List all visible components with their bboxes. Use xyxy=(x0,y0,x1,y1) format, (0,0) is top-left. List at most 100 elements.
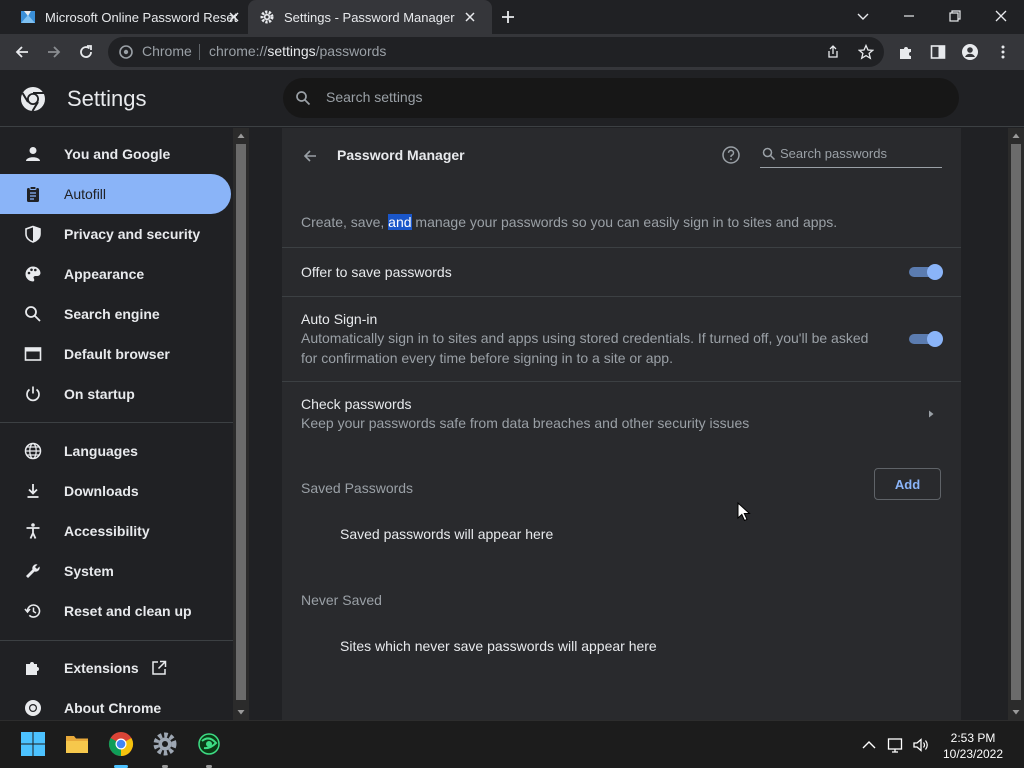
help-icon[interactable] xyxy=(721,145,741,165)
bookmark-star-icon[interactable] xyxy=(858,44,874,60)
chrome-site-icon[interactable] xyxy=(119,45,133,59)
scroll-up-icon[interactable] xyxy=(1012,132,1020,140)
password-manager-card: Password Manager Search passwords Create… xyxy=(282,128,961,720)
saved-passwords-heading: Saved Passwords xyxy=(301,480,414,496)
tab-title: Microsoft Online Password Reset xyxy=(45,9,238,25)
windows-taskbar: 2:53 PM 10/23/2022 xyxy=(0,720,1024,768)
intro-text-before: Create, save, xyxy=(301,214,389,230)
reload-icon[interactable] xyxy=(77,43,95,61)
network-icon[interactable] xyxy=(887,736,905,754)
power-icon xyxy=(26,386,40,402)
scroll-up-icon[interactable] xyxy=(237,132,245,140)
sidebar-item-label: Accessibility xyxy=(64,523,150,539)
search-placeholder: Search settings xyxy=(326,89,423,105)
url-host: settings xyxy=(267,43,316,59)
puzzle-icon xyxy=(26,662,39,675)
chrome-taskbar-icon[interactable] xyxy=(108,731,134,757)
clipboard-icon xyxy=(27,186,39,202)
sidebar-item-system[interactable]: System xyxy=(0,551,231,591)
offer-to-save-toggle[interactable] xyxy=(909,264,943,280)
close-tab-icon[interactable] xyxy=(462,9,478,25)
sidebar-item-label: Search engine xyxy=(64,306,160,322)
settings-search-input[interactable]: Search settings xyxy=(283,78,959,118)
person-icon xyxy=(26,147,40,161)
offer-to-save-label: Offer to save passwords xyxy=(301,264,452,280)
browser-icon xyxy=(24,347,42,361)
sidebar-item-extensions[interactable]: Extensions xyxy=(0,648,231,688)
close-window-icon[interactable] xyxy=(993,8,1009,24)
app-globe-taskbar-icon[interactable] xyxy=(196,731,222,757)
address-bar[interactable]: Chrome chrome://settings/passwords xyxy=(108,37,884,67)
search-icon xyxy=(296,91,311,106)
tab-strip: Microsoft Online Password Reset Settings… xyxy=(0,0,1024,34)
share-icon[interactable] xyxy=(826,45,840,59)
sidebar-item-label: System xyxy=(64,563,114,579)
sidebar-item-languages[interactable]: Languages xyxy=(0,431,231,471)
profile-avatar-icon[interactable] xyxy=(961,43,979,61)
download-icon xyxy=(27,484,39,498)
sidebar-item-label: Autofill xyxy=(64,186,107,202)
volume-icon[interactable] xyxy=(912,736,930,754)
wrench-icon xyxy=(26,564,40,578)
url-path: /passwords xyxy=(315,43,387,59)
sidebar-item-label: Privacy and security xyxy=(64,226,201,242)
scroll-down-icon[interactable] xyxy=(237,708,245,716)
restore-icon[interactable] xyxy=(947,8,963,24)
tab-microsoft-password-reset[interactable]: Microsoft Online Password Reset xyxy=(20,0,248,34)
url-text[interactable]: chrome://settings/passwords xyxy=(209,43,386,59)
search-icon xyxy=(762,147,776,161)
sidebar-item-search-engine[interactable]: Search engine xyxy=(0,294,231,334)
forward-icon[interactable] xyxy=(45,43,63,61)
add-password-button[interactable]: Add xyxy=(874,468,941,500)
new-tab-icon[interactable] xyxy=(500,9,516,25)
page-scroll-thumb[interactable] xyxy=(1011,144,1021,700)
back-icon[interactable] xyxy=(13,43,31,61)
chevron-right-icon[interactable] xyxy=(926,409,936,419)
sidebar-item-label: Languages xyxy=(64,443,138,459)
sidebar-item-accessibility[interactable]: Accessibility xyxy=(0,511,231,551)
auto-signin-label: Auto Sign-in xyxy=(301,311,378,327)
sidebar-item-appearance[interactable]: Appearance xyxy=(0,254,231,294)
back-arrow-icon[interactable] xyxy=(301,147,319,165)
taskbar-clock[interactable]: 2:53 PM 10/23/2022 xyxy=(940,730,1006,762)
settings-gear-taskbar-icon[interactable] xyxy=(152,731,178,757)
page-scrollbar[interactable] xyxy=(1008,128,1024,720)
check-passwords-description: Keep your passwords safe from data breac… xyxy=(301,415,750,431)
sidebar-item-label: About Chrome xyxy=(64,700,162,716)
sidebar-item-label: Extensions xyxy=(64,660,139,676)
file-explorer-icon[interactable] xyxy=(64,731,90,757)
sidebar-item-downloads[interactable]: Downloads xyxy=(0,471,231,511)
row-divider xyxy=(282,381,961,382)
site-chip-label: Chrome xyxy=(142,43,192,59)
show-hidden-icons-chevron-icon[interactable] xyxy=(860,736,878,754)
sidebar-item-privacy-security[interactable]: Privacy and security xyxy=(0,214,231,254)
settings-header: Settings Search settings xyxy=(0,70,1024,127)
close-tab-icon[interactable] xyxy=(226,9,242,25)
mouse-cursor-icon xyxy=(737,502,751,522)
sidebar-item-label: You and Google xyxy=(64,146,171,162)
sidebar-item-on-startup[interactable]: On startup xyxy=(0,374,231,414)
menu-kebab-icon[interactable] xyxy=(994,43,1012,61)
extensions-puzzle-icon[interactable] xyxy=(897,43,915,61)
sidebar-item-you-and-google[interactable]: You and Google xyxy=(0,134,231,174)
sidebar-scroll-thumb[interactable] xyxy=(236,144,246,700)
search-passwords-input[interactable]: Search passwords xyxy=(760,142,942,168)
tab-title: Settings - Password Manager xyxy=(284,9,455,25)
side-panel-icon[interactable] xyxy=(929,43,947,61)
sidebar-item-label: On startup xyxy=(64,386,135,402)
check-passwords-label: Check passwords xyxy=(301,396,412,412)
sidebar-scrollbar[interactable] xyxy=(233,128,249,720)
sidebar-item-default-browser[interactable]: Default browser xyxy=(0,334,231,374)
row-divider xyxy=(282,247,961,248)
sidebar-item-autofill[interactable]: Autofill xyxy=(0,174,231,214)
sidebar-divider xyxy=(0,640,233,641)
scroll-down-icon[interactable] xyxy=(1012,708,1020,716)
saved-passwords-empty-text: Saved passwords will appear here xyxy=(340,526,554,542)
windows-start-icon[interactable] xyxy=(20,731,46,757)
minimize-icon[interactable] xyxy=(901,8,917,24)
tab-settings-password-manager[interactable]: Settings - Password Manager xyxy=(248,0,492,34)
sidebar-item-reset-clean-up[interactable]: Reset and clean up xyxy=(0,591,231,631)
auto-signin-toggle[interactable] xyxy=(909,331,943,347)
tab-search-chevron-icon[interactable] xyxy=(855,8,871,24)
intro-text: Create, save, and manage your passwords … xyxy=(301,214,837,230)
